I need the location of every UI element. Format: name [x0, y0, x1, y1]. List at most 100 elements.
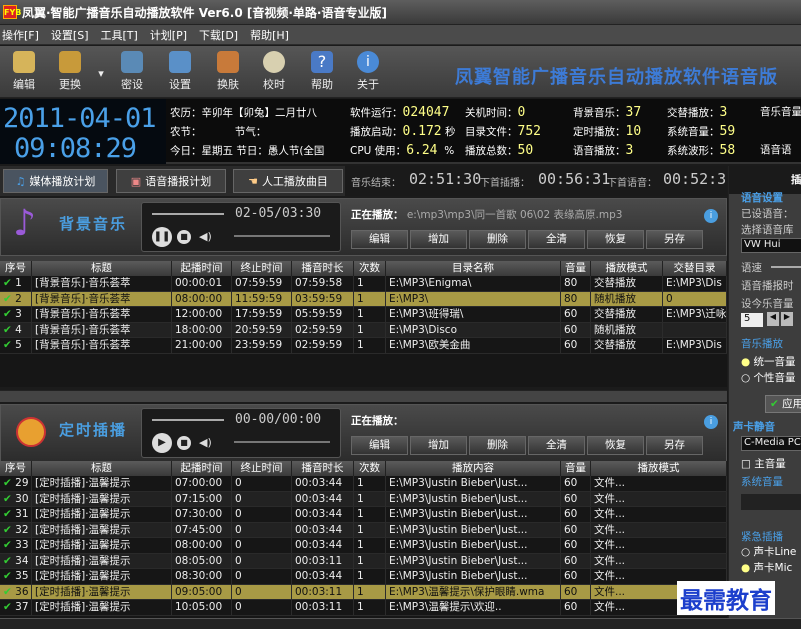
spin-down-button[interactable]: ▶: [781, 312, 793, 326]
table-row[interactable]: ✔ 37 [定时插播]·温馨提示 10:05:00 0 00:03:11 1 E:\MP3\…: [0, 600, 727, 616]
pause-button[interactable]: ❚❚: [152, 227, 172, 247]
settings-button[interactable]: 设置: [158, 49, 202, 94]
check-icon[interactable]: ✔: [3, 539, 15, 551]
timed-add-button[interactable]: 增加: [410, 436, 467, 455]
bg-saveas-button[interactable]: 另存: [646, 230, 703, 249]
password-button[interactable]: 密设: [110, 49, 154, 94]
table-row[interactable]: ✔ 32 [定时插播]·温馨提示 07:45:00 0 00:03:44 1 E:\MP3\…: [0, 522, 727, 538]
check-icon[interactable]: ✔: [3, 277, 15, 289]
bg-delete-button[interactable]: 删除: [469, 230, 526, 249]
menu-tools[interactable]: 工具[T]: [101, 27, 138, 43]
timed-delete-button[interactable]: 删除: [469, 436, 526, 455]
check-icon[interactable]: ✔: [3, 308, 15, 320]
column-header[interactable]: 序号: [0, 461, 32, 476]
table-row[interactable]: ✔ 1 [背景音乐]·音乐荟萃 00:00:01 07:59:59 07:59:58 1 E…: [0, 276, 727, 292]
volume-icon[interactable]: ◀): [199, 436, 212, 449]
apply-button[interactable]: ✔ 应用: [765, 395, 801, 413]
column-header[interactable]: 音量: [561, 461, 591, 476]
column-header[interactable]: 起播时间: [172, 261, 232, 276]
column-header[interactable]: 播放模式: [591, 461, 727, 476]
menu-help[interactable]: 帮助[H]: [250, 27, 289, 43]
menu-download[interactable]: 下载[D]: [199, 27, 238, 43]
bg-horizontal-scrollbar[interactable]: [0, 390, 727, 402]
swap-button[interactable]: 更换: [48, 49, 92, 94]
mic-radio[interactable]: ● 声卡Mic: [741, 560, 792, 575]
table-row[interactable]: ✔ 4 [背景音乐]·音乐荟萃 18:00:00 20:59:59 02:59:59 1 E…: [0, 322, 727, 338]
tab-voice-plan[interactable]: ▣ 语音播报计划: [116, 169, 226, 193]
timed-saveas-button[interactable]: 另存: [646, 436, 703, 455]
column-header[interactable]: 终止时间: [232, 261, 292, 276]
tab-media-plan[interactable]: ♫ 媒体播放计划: [3, 169, 108, 193]
column-header[interactable]: 序号: [0, 261, 32, 276]
check-icon[interactable]: ✔: [3, 586, 15, 598]
info-icon[interactable]: i: [704, 415, 718, 429]
menu-operate[interactable]: 操作[F]: [2, 27, 39, 43]
check-icon[interactable]: ✔: [3, 555, 15, 567]
bg-edit-button[interactable]: 编辑: [351, 230, 408, 249]
table-row[interactable]: ✔ 2 [背景音乐]·音乐荟萃 08:00:00 11:59:59 03:59:59 1 E…: [0, 291, 727, 307]
timed-edit-button[interactable]: 编辑: [351, 436, 408, 455]
column-header[interactable]: 终止时间: [232, 461, 292, 476]
custom-volume-radio[interactable]: ○ 个性音量: [741, 370, 796, 385]
menu-plan[interactable]: 计划[P]: [150, 27, 187, 43]
help-button[interactable]: ? 帮助: [300, 49, 344, 94]
menu-settings[interactable]: 设置[S]: [51, 27, 89, 43]
timed-volume-slider[interactable]: [234, 441, 330, 443]
column-header[interactable]: 标题: [32, 261, 172, 276]
column-header[interactable]: 标题: [32, 461, 172, 476]
check-icon[interactable]: ✔: [3, 524, 15, 536]
table-row[interactable]: ✔ 31 [定时插播]·温馨提示 07:30:00 0 00:03:44 1 E:\MP3\…: [0, 507, 727, 523]
check-icon[interactable]: ✔: [3, 293, 15, 305]
column-header[interactable]: 播音时长: [292, 461, 354, 476]
sound-card-select[interactable]: C-Media PC: [741, 436, 801, 451]
spin-up-button[interactable]: ◀: [767, 312, 779, 326]
edit-button[interactable]: 编辑: [2, 49, 46, 94]
bg-volume-slider[interactable]: [234, 235, 330, 237]
check-icon[interactable]: ✔: [3, 493, 15, 505]
column-header[interactable]: 交替目录: [663, 261, 727, 276]
check-icon[interactable]: ✔: [3, 339, 15, 351]
line-in-radio[interactable]: ○ 声卡Line: [741, 544, 796, 559]
system-volume-slider[interactable]: [741, 494, 801, 510]
timed-restore-button[interactable]: 恢复: [587, 436, 644, 455]
timed-clear-button[interactable]: 全清: [528, 436, 585, 455]
column-header[interactable]: 音量: [561, 261, 591, 276]
check-icon[interactable]: ✔: [3, 570, 15, 582]
stop-button[interactable]: ■: [177, 436, 191, 450]
swap-dropdown[interactable]: ▾: [95, 49, 107, 94]
column-header[interactable]: 播放模式: [591, 261, 663, 276]
table-row[interactable]: ✔ 5 [背景音乐]·音乐荟萃 21:00:00 23:59:59 02:59:59 1 E…: [0, 338, 727, 354]
column-header[interactable]: 次数: [354, 461, 386, 476]
table-row[interactable]: ✔ 36 [定时插播]·温馨提示 09:05:00 0 00:03:11 1 E:\MP3\…: [0, 584, 727, 600]
column-header[interactable]: 播放内容: [386, 461, 561, 476]
table-row[interactable]: ✔ 3 [背景音乐]·音乐荟萃 12:00:00 17:59:59 05:59:59 1 E…: [0, 307, 727, 323]
voice-lib-select[interactable]: VW Hui: [741, 238, 801, 253]
volume-number-input[interactable]: 5: [741, 313, 763, 327]
bg-add-button[interactable]: 增加: [410, 230, 467, 249]
volume-icon[interactable]: ◀): [199, 230, 212, 243]
table-row[interactable]: ✔ 33 [定时插播]·温馨提示 08:00:00 0 00:03:44 1 E:\MP3\…: [0, 538, 727, 554]
skin-button[interactable]: 换肤: [206, 49, 250, 94]
about-button[interactable]: i 关于: [346, 49, 390, 94]
table-row[interactable]: ✔ 35 [定时插播]·温馨提示 08:30:00 0 00:03:44 1 E:\MP3\…: [0, 569, 727, 585]
column-header[interactable]: 播音时长: [292, 261, 354, 276]
main-volume-checkbox[interactable]: □ 主音量: [741, 456, 786, 471]
side-tab-insert[interactable]: 插: [791, 172, 801, 187]
bg-seek-slider[interactable]: [152, 213, 224, 215]
table-row[interactable]: ✔ 34 [定时插播]·温馨提示 08:05:00 0 00:03:11 1 E:\MP3\…: [0, 553, 727, 569]
check-icon[interactable]: ✔: [3, 508, 15, 520]
tab-manual-play[interactable]: ☚ 人工播放曲目: [233, 169, 343, 193]
table-row[interactable]: ✔ 30 [定时插播]·温馨提示 07:15:00 0 00:03:44 1 E:\MP3\…: [0, 491, 727, 507]
timed-seek-slider[interactable]: [152, 419, 224, 421]
play-button[interactable]: ▶: [152, 433, 172, 453]
sync-time-button[interactable]: 校时: [252, 49, 296, 94]
column-header[interactable]: 次数: [354, 261, 386, 276]
check-icon[interactable]: ✔: [3, 324, 15, 336]
check-icon[interactable]: ✔: [3, 477, 15, 489]
speed-slider[interactable]: [771, 266, 801, 268]
check-icon[interactable]: ✔: [3, 601, 15, 613]
stop-button[interactable]: ■: [177, 230, 191, 244]
bg-clear-button[interactable]: 全清: [528, 230, 585, 249]
unified-volume-radio[interactable]: ● 统一音量: [741, 354, 796, 369]
info-icon[interactable]: i: [704, 209, 718, 223]
